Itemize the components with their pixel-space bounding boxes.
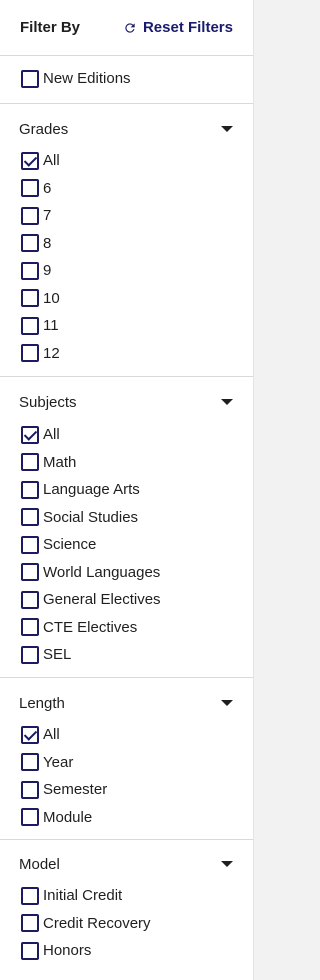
grades-option-label: 12 [43, 344, 60, 362]
model-option-initial-credit[interactable]: Initial Credit [0, 882, 253, 910]
grades-option-11[interactable]: 11 [0, 312, 253, 340]
model-checkbox-initial-credit[interactable] [21, 886, 39, 905]
subjects-option-sel[interactable]: SEL [0, 641, 253, 669]
subjects-option-general-electives[interactable]: General Electives [0, 586, 253, 614]
grades-checkbox-11[interactable] [21, 316, 39, 335]
subjects-option-label: World Languages [43, 563, 161, 581]
grades-option-9[interactable]: 9 [0, 257, 253, 285]
length-option-label: Year [43, 753, 74, 771]
subjects-option-science[interactable]: Science [0, 531, 253, 559]
refresh-icon [125, 22, 135, 33]
subjects-section-toggle[interactable]: Subjects [0, 388, 253, 416]
subjects-option-language-arts[interactable]: Language Arts [0, 476, 253, 504]
model-option-label: Honors [43, 942, 92, 960]
model-checkbox-credit-recovery[interactable] [21, 914, 39, 933]
model-checkbox-honors[interactable] [21, 941, 39, 960]
subjects-option-label: General Electives [43, 591, 161, 609]
subjects-checkbox-general-electives[interactable] [21, 590, 39, 609]
subjects-section-title: Subjects [19, 393, 77, 411]
grades-option-7[interactable]: 7 [0, 202, 253, 230]
grades-option-label: 10 [43, 289, 60, 307]
model-section-toggle[interactable]: Model [0, 850, 253, 878]
length-checkbox-year[interactable] [21, 753, 39, 772]
grades-checkbox-6[interactable] [21, 179, 39, 198]
subjects-option-label: All [43, 426, 60, 444]
new-editions-section: New Editions [0, 56, 253, 104]
subjects-checkbox-science[interactable] [21, 535, 39, 554]
grades-checkbox-9[interactable] [21, 261, 39, 280]
subjects-checkbox-social-studies[interactable] [21, 508, 39, 527]
grades-option-12[interactable]: 12 [0, 340, 253, 368]
caret-down-icon[interactable] [221, 700, 233, 706]
subjects-checkbox-language-arts[interactable] [21, 480, 39, 499]
length-option-year[interactable]: Year [0, 749, 253, 777]
model-option-honors[interactable]: Honors [0, 937, 253, 965]
subjects-option-label: Social Studies [43, 508, 139, 526]
subjects-option-social-studies[interactable]: Social Studies [0, 504, 253, 532]
length-checkbox-module[interactable] [21, 808, 39, 827]
grades-option-label: All [43, 152, 60, 170]
grades-option-label: 11 [43, 317, 59, 335]
length-checkbox-all[interactable] [21, 725, 39, 744]
reset-filters-label: Reset Filters [142, 19, 233, 36]
filter-title: Filter By [20, 19, 81, 36]
grades-section-title: Grades [19, 120, 69, 138]
grades-section-toggle[interactable]: Grades [0, 115, 253, 143]
filter-header: Filter By Reset Filters [0, 0, 253, 56]
subjects-checkbox-all[interactable] [21, 425, 39, 444]
model-option-label: Credit Recovery [43, 914, 151, 932]
subjects-option-label: Science [43, 536, 97, 554]
new-editions-label: New Editions [43, 70, 131, 88]
length-checkbox-semester[interactable] [21, 780, 39, 799]
caret-down-icon[interactable] [221, 861, 233, 867]
subjects-option-world-languages[interactable]: World Languages [0, 559, 253, 587]
length-option-module[interactable]: Module [0, 804, 253, 832]
model-section: Model Initial Credit Credit Recovery Honors [0, 840, 253, 978]
caret-down-icon[interactable] [221, 126, 233, 132]
subjects-checkbox-sel[interactable] [21, 645, 39, 664]
new-editions-option[interactable]: New Editions [0, 65, 253, 93]
grades-option-label: 8 [43, 234, 52, 252]
length-section-toggle[interactable]: Length [0, 689, 253, 717]
caret-down-icon[interactable] [221, 399, 233, 405]
length-option-label: All [43, 726, 60, 744]
model-option-credit-recovery[interactable]: Credit Recovery [0, 910, 253, 938]
subjects-option-label: SEL [43, 646, 72, 664]
subjects-option-label: Math [43, 453, 77, 471]
grades-section: Grades All 6 7 8 9 10 11 12 [0, 104, 253, 377]
grades-option-label: 7 [43, 207, 52, 225]
subjects-option-all[interactable]: All [0, 421, 253, 449]
subjects-checkbox-cte-electives[interactable] [21, 618, 39, 637]
grades-option-10[interactable]: 10 [0, 285, 253, 313]
grades-option-all[interactable]: All [0, 147, 253, 175]
subjects-checkbox-math[interactable] [21, 453, 39, 472]
subjects-option-math[interactable]: Math [0, 449, 253, 477]
length-option-label: Module [43, 808, 93, 826]
subjects-option-label: CTE Electives [43, 618, 138, 636]
subjects-option-label: Language Arts [43, 481, 140, 499]
grades-option-label: 6 [43, 179, 52, 197]
grades-option-8[interactable]: 8 [0, 230, 253, 258]
grades-checkbox-all[interactable] [21, 151, 39, 170]
reset-filters-button[interactable]: Reset Filters [123, 19, 233, 36]
length-section: Length All Year Semester Module [0, 678, 253, 840]
subjects-section: Subjects All Math Language Arts Social Studi… [0, 377, 253, 678]
grades-checkbox-12[interactable] [21, 344, 39, 363]
length-option-all[interactable]: All [0, 721, 253, 749]
model-section-title: Model [19, 855, 60, 873]
subjects-option-cte-electives[interactable]: CTE Electives [0, 614, 253, 642]
grades-checkbox-7[interactable] [21, 206, 39, 225]
subjects-checkbox-world-languages[interactable] [21, 563, 39, 582]
model-option-label: Initial Credit [43, 887, 123, 905]
grades-option-6[interactable]: 6 [0, 175, 253, 203]
length-section-title: Length [19, 694, 65, 712]
grades-checkbox-8[interactable] [21, 234, 39, 253]
grades-checkbox-10[interactable] [21, 289, 39, 308]
length-option-semester[interactable]: Semester [0, 776, 253, 804]
filter-panel: Filter By Reset Filters New Editions Gra… [0, 0, 254, 980]
new-editions-checkbox[interactable] [21, 69, 39, 88]
grades-option-label: 9 [43, 262, 52, 280]
length-option-label: Semester [43, 781, 108, 799]
